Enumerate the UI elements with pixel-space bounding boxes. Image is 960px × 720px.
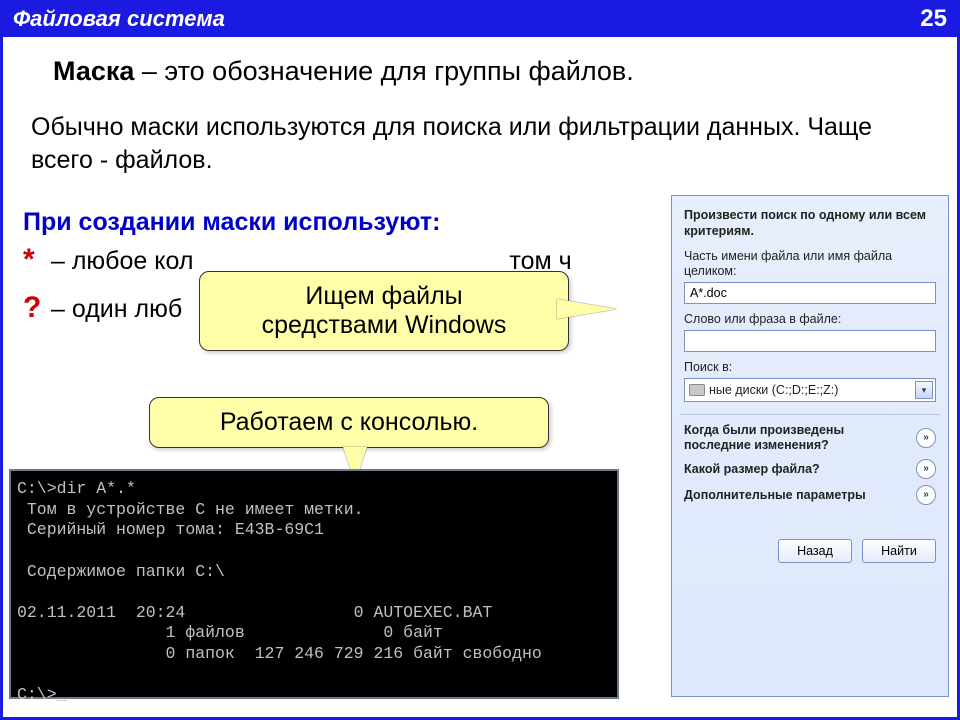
find-button[interactable]: Найти (862, 539, 936, 563)
callout1-tail (557, 299, 617, 319)
intro-bold: Маска (53, 56, 134, 86)
expander-when-modified[interactable]: Когда были произведены последние изменен… (684, 423, 936, 453)
combo-lookin[interactable]: ные диски (C:;D:;E:;Z:) ▾ (684, 378, 936, 402)
expander-advanced[interactable]: Дополнительные параметры » (684, 485, 936, 505)
bullet-question-text: – один люб (51, 295, 182, 324)
search-panel-header: Произвести поиск по одному или всем крит… (684, 208, 936, 239)
label-partname: Часть имени файла или имя файла целиком: (684, 249, 936, 279)
question-symbol: ? (23, 291, 43, 325)
windows-search-panel: Произвести поиск по одному или всем крит… (671, 195, 949, 697)
asterisk-symbol: * (23, 243, 43, 277)
chevron-icon: » (916, 428, 936, 448)
content-area: Маска – это обозначение для группы файло… (3, 37, 957, 717)
input-partname[interactable] (684, 282, 936, 304)
input-phrase[interactable] (684, 330, 936, 352)
bullet-asterisk-text-start: – любое кол (51, 247, 193, 276)
combo-lookin-text: ные диски (C:;D:;E:;Z:) (709, 383, 911, 397)
chevron-icon: » (916, 459, 936, 479)
intro-line: Маска – это обозначение для группы файло… (53, 55, 937, 87)
console-output: C:\>dir A*.* Том в устройстве C не имеет… (9, 469, 619, 699)
label-lookin: Поиск в: (684, 360, 936, 375)
back-button[interactable]: Назад (778, 539, 852, 563)
callout1-line2: средствами Windows (218, 311, 550, 340)
paragraph-2: Обычно маски используются для поиска или… (31, 111, 937, 176)
search-buttons: Назад Найти (684, 511, 936, 563)
expander-when-modified-label: Когда были произведены последние изменен… (684, 423, 908, 453)
separator (680, 414, 940, 415)
title-bar: Файловая система 25 (3, 3, 957, 37)
dropdown-button[interactable]: ▾ (915, 381, 933, 399)
chevron-icon: » (916, 485, 936, 505)
callout2-text: Работаем с консолью. (220, 408, 478, 436)
expander-advanced-label: Дополнительные параметры (684, 488, 866, 503)
callout1-line1: Ищем файлы (218, 282, 550, 311)
label-phrase: Слово или фраза в файле: (684, 312, 936, 327)
callout-windows-search: Ищем файлы средствами Windows (199, 271, 569, 351)
intro-rest: – это обозначение для группы файлов. (134, 56, 633, 86)
expander-file-size-label: Какой размер файла? (684, 462, 820, 477)
disk-icon (689, 384, 705, 396)
callout-console: Работаем с консолью. (149, 397, 549, 448)
expander-file-size[interactable]: Какой размер файла? » (684, 459, 936, 479)
slide-title: Файловая система (13, 6, 225, 32)
slide-number: 25 (920, 5, 947, 33)
slide: Файловая система 25 Маска – это обозначе… (0, 0, 960, 720)
